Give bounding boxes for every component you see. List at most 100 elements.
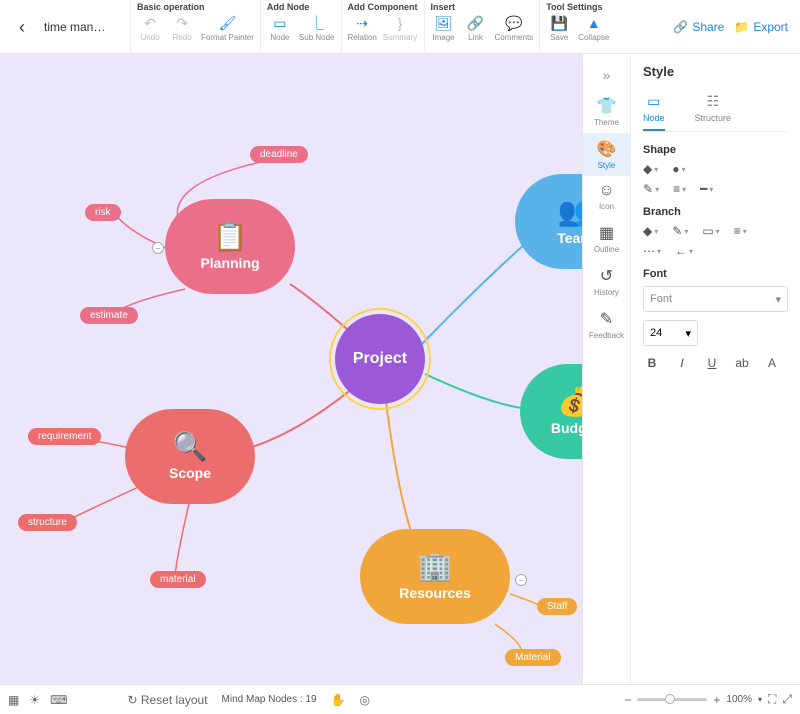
linewidth-icon: ━ — [700, 182, 707, 196]
share-button[interactable]: 🔗Share — [673, 20, 724, 34]
format-painter-button[interactable]: 🖌Format Painter — [201, 14, 254, 42]
undo-button[interactable]: ↶Undo — [137, 14, 163, 42]
group-title: Add Node — [267, 2, 335, 12]
node-central[interactable]: Project — [335, 314, 425, 404]
share-export: 🔗Share 📁Export — [673, 0, 796, 54]
target-icon[interactable]: ◎ — [360, 693, 370, 707]
branch-color-picker[interactable]: ✎▾ — [672, 224, 688, 238]
fill-icon: ◆ — [643, 224, 652, 238]
insert-image-button[interactable]: 🖼Image — [431, 14, 457, 42]
tag-staff[interactable]: Staff — [537, 598, 577, 615]
shirt-icon: 👕 — [597, 96, 617, 116]
branch-line-picker[interactable]: ≡▾ — [734, 224, 747, 238]
collapse-handle[interactable]: − — [152, 242, 164, 254]
node-resources[interactable]: 🏢Resources — [360, 529, 510, 624]
insert-link-button[interactable]: 🔗Link — [463, 14, 489, 42]
reset-layout-button[interactable]: ↻ Reset layout — [127, 693, 207, 707]
export-icon: 📁 — [734, 20, 749, 34]
image-icon: 🖼 — [435, 14, 453, 32]
fit-icon[interactable]: ⛶ — [768, 692, 776, 707]
subnode-icon: ⎿ — [308, 14, 326, 32]
clipboard-icon: 📋 — [213, 223, 248, 251]
node-scope[interactable]: 🔍Scope — [125, 409, 255, 504]
tab-history[interactable]: ↺History — [583, 260, 630, 303]
add-node-button[interactable]: ▭Node — [267, 14, 293, 42]
font-size-select[interactable]: 24▾ — [643, 320, 698, 346]
section-shape: Shape — [643, 144, 788, 156]
shape-icon: ● — [672, 162, 679, 176]
fill-icon: ◆ — [643, 162, 652, 176]
redo-button[interactable]: ↷Redo — [169, 14, 195, 42]
style-panel: Style ▭Node ☷Structure Shape ◆▾ ●▾ ✎▾ ≡▾… — [630, 54, 800, 684]
pencil-icon: ✎ — [643, 182, 653, 196]
tab-theme[interactable]: 👕Theme — [583, 90, 630, 133]
tab-feedback[interactable]: ✎Feedback — [583, 303, 630, 346]
tab-style[interactable]: 🎨Style — [583, 133, 630, 176]
tag-structure[interactable]: structure — [18, 514, 77, 531]
font-color-button[interactable]: A — [763, 356, 781, 370]
branch-box-picker[interactable]: ▭▾ — [702, 224, 719, 238]
share-icon: 🔗 — [673, 20, 688, 34]
shape-fill-picker[interactable]: ◆▾ — [643, 162, 658, 176]
group-title: Basic operation — [137, 2, 254, 12]
zoom-thumb[interactable] — [665, 694, 675, 704]
document-title[interactable]: time man… — [40, 0, 130, 54]
format-painter-icon: 🖌 — [218, 14, 236, 32]
tag-risk[interactable]: risk — [85, 204, 121, 221]
tag-material[interactable]: material — [150, 571, 206, 588]
font-family-select[interactable]: Font▾ — [643, 286, 788, 312]
subtab-structure[interactable]: ☷Structure — [695, 93, 732, 131]
pencil-icon: ✎ — [672, 224, 682, 238]
tab-icon[interactable]: ☺Icon — [583, 176, 630, 217]
back-button[interactable]: ‹ — [4, 0, 40, 54]
tag-deadline[interactable]: deadline — [250, 146, 308, 163]
tag-estimate[interactable]: estimate — [80, 307, 138, 324]
shape-style-picker[interactable]: ●▾ — [672, 162, 685, 176]
add-subnode-button[interactable]: ⎿Sub Node — [299, 14, 335, 42]
node-planning[interactable]: 📋Planning — [165, 199, 295, 294]
zoom-out-button[interactable]: − — [624, 693, 631, 707]
fullscreen-icon[interactable]: ⤢ — [782, 692, 792, 707]
line-icon: ≡ — [673, 182, 680, 196]
zoom-in-button[interactable]: + — [713, 693, 720, 707]
case-button[interactable]: ab — [733, 356, 751, 370]
status-bar: ▦ ☀ ⌨ ↻ Reset layout Mind Map Nodes : 19… — [0, 684, 800, 714]
export-button[interactable]: 📁Export — [734, 20, 788, 34]
panel-collapse-button[interactable]: » — [583, 60, 630, 90]
collapse-handle[interactable]: − — [515, 574, 527, 586]
keyboard-icon[interactable]: ⌨ — [50, 693, 67, 707]
group-tool-settings: Tool Settings 💾Save ▲Collapse — [539, 0, 615, 54]
brightness-icon[interactable]: ☀ — [29, 693, 40, 707]
nodes-count: Mind Map Nodes : 19 — [222, 694, 317, 705]
view-mode-icon[interactable]: ▦ — [8, 693, 19, 707]
tag-material2[interactable]: Material — [505, 649, 561, 666]
zoom-slider[interactable] — [637, 698, 707, 701]
tag-requirement[interactable]: requirement — [28, 428, 101, 445]
branch-arrow-picker[interactable]: ←▾ — [675, 244, 693, 258]
summary-button[interactable]: }Summary — [383, 14, 417, 42]
group-title: Insert — [431, 2, 534, 12]
hand-tool-icon[interactable]: ✋ — [331, 693, 346, 707]
bold-button[interactable]: B — [643, 356, 661, 370]
collapse-button[interactable]: ▲Collapse — [578, 14, 609, 42]
chevron-down-icon: ▾ — [685, 327, 691, 340]
shape-linestyle-picker[interactable]: ≡▾ — [673, 182, 686, 196]
magnifier-icon: 🔍 — [173, 433, 208, 461]
save-icon: 💾 — [550, 14, 568, 32]
collapse-icon: ▲ — [585, 14, 603, 32]
shape-border-picker[interactable]: ✎▾ — [643, 182, 659, 196]
branch-dash-picker[interactable]: ⋯▾ — [643, 244, 661, 258]
feedback-icon: ✎ — [600, 309, 613, 329]
tab-outline[interactable]: ▦Outline — [583, 217, 630, 260]
chevron-down-icon: ▾ — [775, 293, 781, 306]
insert-comments-button[interactable]: 💬Comments — [495, 14, 534, 42]
underline-button[interactable]: U — [703, 356, 721, 370]
line-icon: ≡ — [734, 224, 741, 238]
branch-fill-picker[interactable]: ◆▾ — [643, 224, 658, 238]
relation-button[interactable]: ⇢Relation — [348, 14, 377, 42]
subtab-node[interactable]: ▭Node — [643, 93, 665, 131]
save-button[interactable]: 💾Save — [546, 14, 572, 42]
shape-linewidth-picker[interactable]: ━▾ — [700, 182, 713, 196]
building-icon: 🏢 — [418, 553, 453, 581]
italic-button[interactable]: I — [673, 356, 691, 370]
